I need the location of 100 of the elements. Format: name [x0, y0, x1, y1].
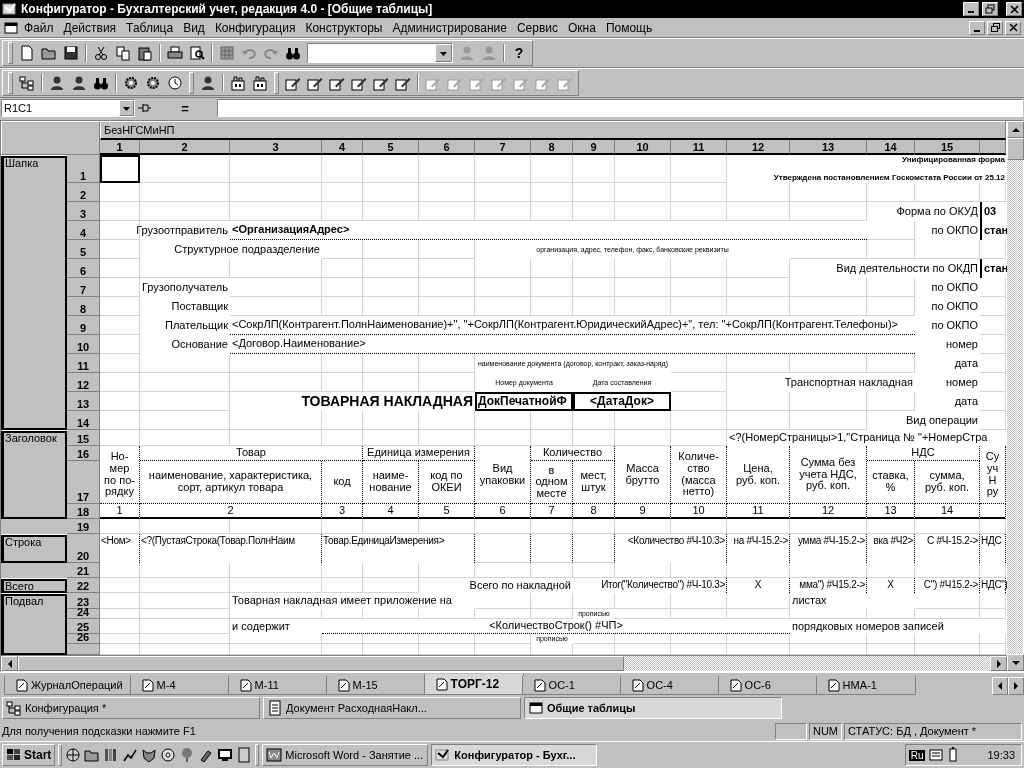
copy-icon[interactable]	[115, 45, 131, 61]
document-icon[interactable]	[236, 747, 253, 763]
column-header[interactable]: 10	[615, 140, 671, 155]
menu-item[interactable]: Таблица	[121, 19, 179, 36]
row-number[interactable]: 18	[67, 504, 100, 519]
menu-item[interactable]: Действия	[58, 19, 122, 36]
left-arrow-icon[interactable]	[996, 681, 1004, 691]
menu-item[interactable]: Конфигурация	[209, 19, 301, 36]
row-number[interactable]: 19	[67, 519, 100, 534]
sheet-tab[interactable]: ОС-1	[521, 676, 622, 695]
column-header[interactable]: 1	[100, 140, 140, 155]
column-header[interactable]: 5	[363, 140, 419, 155]
column-header[interactable]: 7	[475, 140, 531, 155]
menu-item[interactable]: Помощь	[600, 19, 658, 36]
column-header[interactable]: 2	[140, 140, 230, 155]
menu-item[interactable]: Вид	[178, 19, 210, 36]
column-header[interactable]: 6	[419, 140, 475, 155]
print-preview-icon[interactable]	[189, 45, 205, 61]
scissors-icon[interactable]	[93, 45, 109, 61]
menu-item[interactable]: Администрирование	[387, 19, 512, 36]
row-number[interactable]: 22	[67, 578, 100, 593]
page-pencil-icon[interactable]	[307, 75, 323, 91]
animal-icon[interactable]	[141, 747, 158, 763]
sheet-tab[interactable]: ОС-4	[619, 676, 720, 695]
row-number[interactable]: 20	[67, 534, 100, 563]
chart-icon[interactable]	[122, 747, 139, 763]
column-header[interactable]: 13	[790, 140, 867, 155]
document-window-icon[interactable]	[3, 19, 19, 36]
battery-icon[interactable]	[947, 747, 960, 763]
row-number[interactable]: 11	[67, 354, 100, 373]
pin-icon[interactable]	[137, 101, 153, 115]
row-number[interactable]: 15	[67, 430, 100, 446]
sheet-tab[interactable]: НМА-1	[815, 676, 916, 695]
row-number[interactable]: 14	[67, 411, 100, 430]
language-indicator[interactable]: Ru	[908, 749, 926, 761]
row-number[interactable]: 25	[67, 619, 100, 634]
column-header[interactable]: 8	[531, 140, 573, 155]
menu-item[interactable]: Окна	[563, 19, 601, 36]
row-number[interactable]: 17	[67, 461, 100, 504]
column-header[interactable]: 15	[915, 140, 980, 155]
binoculars-icon[interactable]	[285, 45, 301, 61]
printer-icon[interactable]	[167, 45, 183, 61]
open-folder-icon[interactable]	[41, 45, 57, 61]
gear-icon[interactable]	[145, 75, 161, 91]
formula-field[interactable]	[217, 99, 1023, 117]
sheet-tab[interactable]: М-4	[129, 676, 230, 695]
row-number[interactable]: 16	[67, 446, 100, 461]
cell-reference-field[interactable]: R1C1	[1, 99, 135, 117]
row-number[interactable]: 23	[67, 593, 100, 609]
column-header[interactable]: 14	[867, 140, 915, 155]
row-number[interactable]: 1	[67, 155, 100, 183]
page-pencil-icon[interactable]	[285, 75, 301, 91]
taskbar-button[interactable]: Microsoft Word - Занятие ...	[262, 744, 429, 766]
table-cell[interactable]	[100, 155, 140, 183]
row-number[interactable]: 9	[67, 316, 100, 335]
person-icon[interactable]	[71, 75, 87, 91]
row-number[interactable]: 10	[67, 335, 100, 354]
column-header[interactable]: 11	[671, 140, 727, 155]
page-pencil-icon[interactable]	[329, 75, 345, 91]
menu-item[interactable]: Сервис	[511, 19, 563, 36]
window-icon[interactable]	[528, 700, 544, 716]
tree-icon[interactable]	[19, 75, 35, 91]
right-arrow-icon[interactable]	[1012, 681, 1020, 691]
sheet-tab[interactable]: М-15	[325, 676, 426, 695]
search-combo-box[interactable]	[307, 43, 453, 63]
sheet-tab[interactable]: ОС-6	[717, 676, 818, 695]
scroll-thumb[interactable]	[1007, 138, 1024, 160]
sheet-tab[interactable]: ТОРГ-12	[423, 674, 524, 695]
column-header[interactable]: 4	[322, 140, 363, 155]
row-number[interactable]: 6	[67, 259, 100, 278]
page-pencil-icon[interactable]	[395, 75, 411, 91]
clock-icon[interactable]	[167, 75, 183, 91]
column-header[interactable]: 12	[727, 140, 790, 155]
window-tab[interactable]: Документ РасходнаяНакл...	[263, 697, 521, 719]
binoculars-icon[interactable]	[93, 75, 109, 91]
new-document-icon[interactable]	[19, 45, 35, 61]
maximize-button[interactable]	[982, 2, 998, 16]
tree-icon[interactable]	[6, 700, 22, 716]
row-number[interactable]: 3	[67, 202, 100, 221]
gear-icon[interactable]	[123, 75, 139, 91]
minimize-button[interactable]	[963, 2, 979, 16]
menu-item[interactable]: Конструкторы	[300, 19, 388, 36]
menu-item[interactable]: Файл	[19, 19, 59, 36]
person-icon[interactable]	[49, 75, 65, 91]
column-header[interactable]: 9	[573, 140, 615, 155]
close-button[interactable]	[1006, 2, 1022, 16]
corner-cell[interactable]	[1, 121, 100, 155]
row-number[interactable]: 5	[67, 240, 100, 259]
row-number[interactable]: 8	[67, 297, 100, 316]
sheet-tab[interactable]: ЖурналОпераций	[4, 676, 132, 695]
horizontal-scrollbar[interactable]	[1, 655, 1007, 671]
monitor-icon[interactable]	[217, 747, 234, 763]
help-button[interactable]: ?	[508, 45, 530, 61]
keyboard-icon[interactable]	[929, 747, 944, 763]
column-header[interactable]	[980, 140, 1006, 155]
scroll-thumb[interactable]	[18, 656, 624, 671]
row-number[interactable]: 12	[67, 373, 100, 392]
row-number[interactable]: 7	[67, 278, 100, 297]
row-number[interactable]: 4	[67, 221, 100, 240]
page-pencil-icon[interactable]	[351, 75, 367, 91]
